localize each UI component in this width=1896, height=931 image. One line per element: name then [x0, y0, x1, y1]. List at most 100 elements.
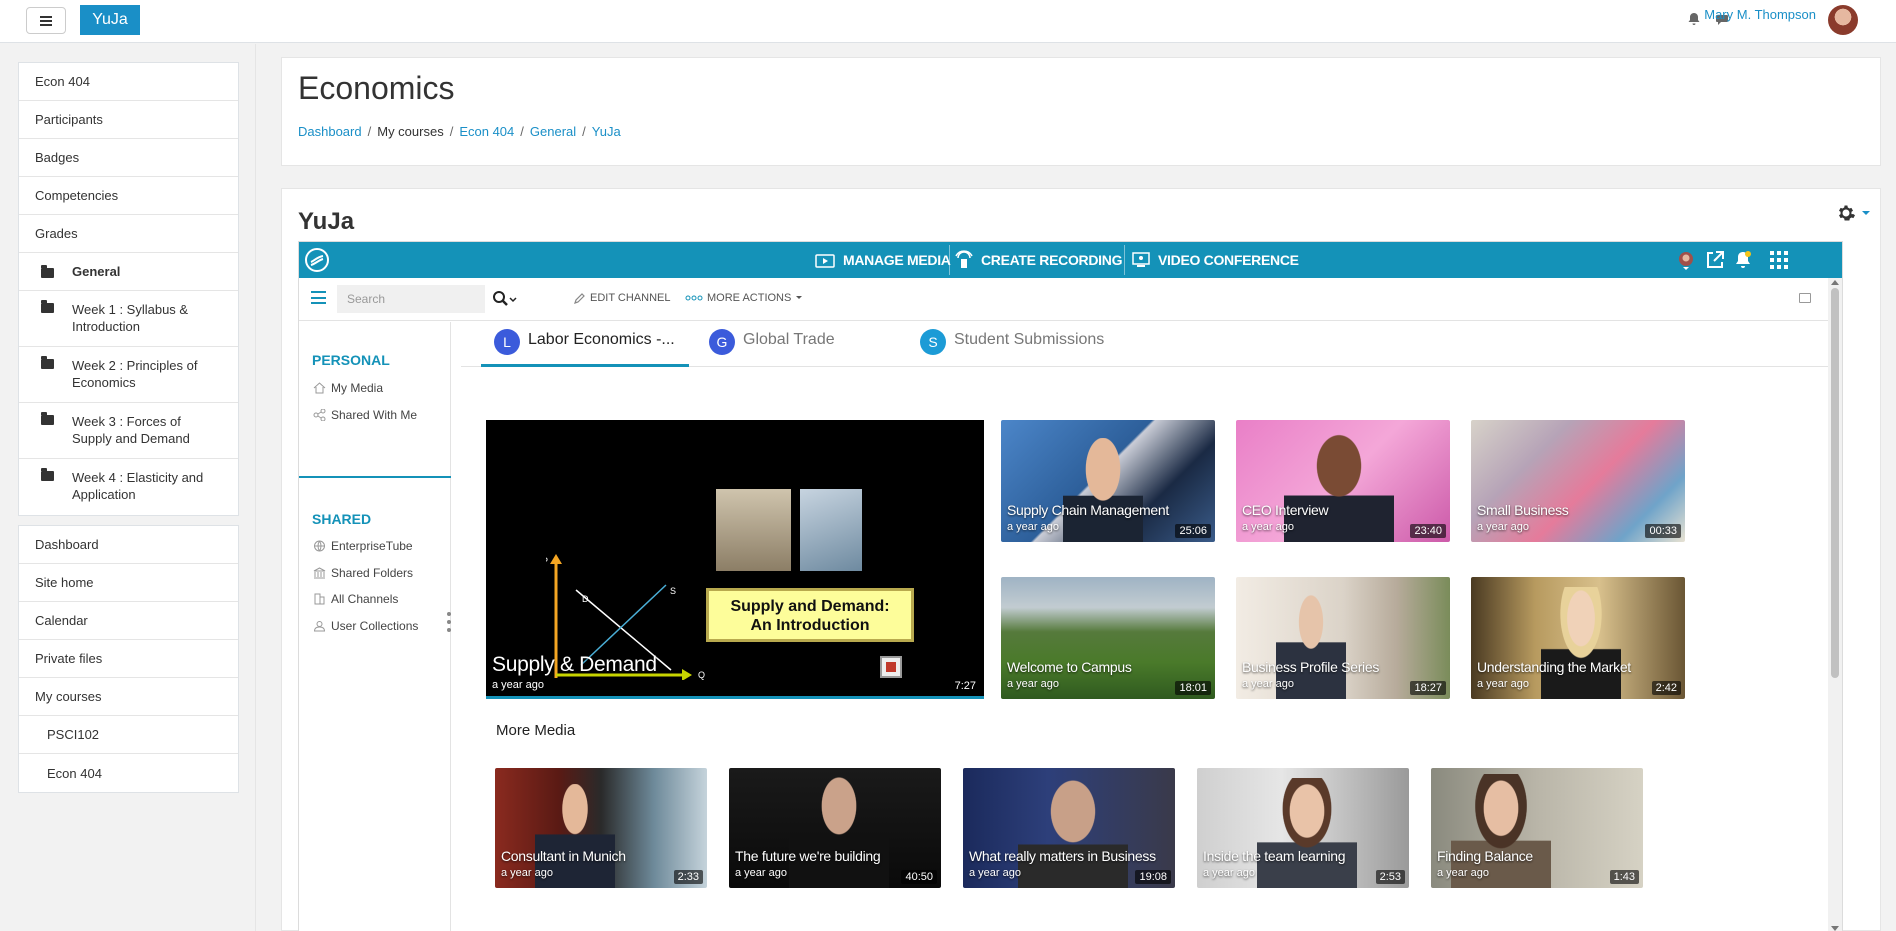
scroll-up-arrow-icon[interactable]	[1831, 280, 1839, 285]
video-tile[interactable]: Business Profile Series a year ago 18:27	[1236, 577, 1450, 699]
left-drawer: Econ 404 Participants Badges Competencie…	[0, 44, 256, 931]
curve-label-s: S	[670, 586, 676, 596]
tab-labor-economics[interactable]: L Labor Economics -...	[481, 329, 689, 367]
breadcrumb-my-courses: My courses	[377, 124, 444, 139]
drawer-item-grades[interactable]: Grades	[19, 215, 238, 253]
scrollbar-thumb[interactable]	[1831, 288, 1839, 678]
drawer-item-participants[interactable]: Participants	[19, 101, 238, 139]
sidebar-item-all-channels[interactable]: All Channels	[313, 592, 398, 606]
user-name-link[interactable]: Mary M. Thompson	[1704, 7, 1816, 22]
video-tile[interactable]: Small Business a year ago 00:33	[1471, 420, 1685, 542]
slide-caption-box: Supply and Demand: An Introduction	[706, 588, 914, 642]
tab-global-trade[interactable]: G Global Trade	[709, 329, 835, 367]
drawer-item-week4[interactable]: Week 4 : Elasticity and Application	[19, 459, 238, 515]
search-icon[interactable]	[489, 290, 519, 308]
section-title: YuJa	[298, 208, 355, 235]
drawer-item-econ404-course[interactable]: Econ 404	[19, 754, 238, 792]
sidebar-item-shared-folders[interactable]: Shared Folders	[313, 566, 413, 580]
video-tile[interactable]: Finding Balance a year ago 1:43	[1431, 768, 1643, 888]
broadcast-icon	[955, 250, 973, 268]
folder-icon	[41, 412, 54, 425]
video-tile[interactable]: What really matters in Business a year a…	[963, 768, 1175, 888]
sidebar-divider	[299, 476, 451, 478]
drawer-item-private-files[interactable]: Private files	[19, 640, 238, 678]
create-recording-button[interactable]: CREATE RECORDING	[955, 242, 1122, 278]
video-tile[interactable]: Understanding the Market a year ago 2:42	[1471, 577, 1685, 699]
video-tile[interactable]: Consultant in Munich a year ago 2:33	[495, 768, 707, 888]
breadcrumb-general[interactable]: General	[530, 124, 576, 139]
thumbnail-person	[1018, 772, 1128, 888]
folder-icon	[41, 264, 54, 278]
drawer-item-econ404[interactable]: Econ 404	[19, 63, 238, 101]
yuja-embed: MANAGE MEDIA CREATE RECORDING VIDEO CONF…	[298, 241, 1843, 931]
scroll-down-arrow-icon[interactable]	[1831, 926, 1839, 931]
drawer-item-general[interactable]: General	[19, 253, 238, 291]
drawer-item-week1[interactable]: Week 1 : Syllabus & Introduction	[19, 291, 238, 347]
video-conference-button[interactable]: VIDEO CONFERENCE	[1132, 242, 1299, 278]
monitor-icon[interactable]	[1799, 293, 1811, 303]
video-tile[interactable]: Inside the team learning a year ago 2:53	[1197, 768, 1409, 888]
external-link-icon[interactable]	[1705, 250, 1725, 270]
featured-duration: 7:27	[950, 679, 980, 693]
video-tile[interactable]: CEO Interview a year ago 23:40	[1236, 420, 1450, 542]
sidebar-resize-handle[interactable]	[447, 612, 451, 632]
video-tile[interactable]: Welcome to Campus a year ago 18:01	[1001, 577, 1215, 699]
featured-video-tile[interactable]: P D S Q Supply and Demand: An Introducti…	[486, 420, 984, 699]
gear-icon[interactable]	[1836, 203, 1856, 223]
utensils-image	[800, 489, 862, 571]
breadcrumb-dashboard[interactable]: Dashboard	[298, 124, 362, 139]
avatar[interactable]	[1828, 5, 1858, 35]
sidebar-item-my-media[interactable]: My Media	[313, 381, 383, 395]
globe-icon	[314, 540, 325, 552]
pencil-icon	[574, 293, 585, 304]
breadcrumb-yuja[interactable]: YuJa	[592, 124, 621, 139]
breadcrumb-separator: /	[520, 124, 524, 139]
axis-label-p: P	[546, 556, 548, 566]
breadcrumb: Dashboard / My courses / Econ 404 / Gene…	[298, 124, 621, 139]
drawer-item-calendar[interactable]: Calendar	[19, 602, 238, 640]
thumbnail-person	[1257, 778, 1357, 888]
tab-student-submissions[interactable]: S Student Submissions	[920, 329, 1104, 367]
thumbnail-person	[1284, 430, 1394, 542]
breadcrumb-econ404[interactable]: Econ 404	[459, 124, 514, 139]
top-navbar: YuJa Mary M. Thompson	[0, 0, 1896, 43]
drawer-item-badges[interactable]: Badges	[19, 139, 238, 177]
drawer-item-my-courses[interactable]: My courses	[19, 678, 238, 716]
manage-media-button[interactable]: MANAGE MEDIA	[815, 242, 951, 278]
more-actions-button[interactable]: MORE ACTIONS	[685, 292, 803, 304]
brand-logo[interactable]: YuJa	[80, 5, 140, 35]
drawer-item-week2[interactable]: Week 2 : Principles of Economics	[19, 347, 238, 403]
user-avatar-icon[interactable]	[1676, 250, 1696, 270]
search-input[interactable]	[337, 285, 485, 313]
drawer-item-week3[interactable]: Week 3 : Forces of Supply and Demand	[19, 403, 238, 459]
edit-channel-button[interactable]: EDIT CHANNEL	[574, 292, 670, 304]
sidebar-item-user-collections[interactable]: User Collections	[313, 619, 418, 633]
user-icon	[313, 621, 326, 632]
home-icon	[313, 382, 326, 394]
breadcrumb-separator: /	[367, 124, 372, 139]
sidebar-item-enterprisetube[interactable]: EnterpriseTube	[313, 539, 413, 553]
building-icon	[314, 593, 325, 605]
shared-heading: SHARED	[312, 511, 372, 527]
yuja-logo-icon[interactable]	[305, 248, 329, 272]
hamburger-menu-icon[interactable]	[311, 291, 326, 304]
breadcrumb-separator: /	[449, 124, 454, 139]
thumbnail-person	[1541, 587, 1621, 699]
folder-video-icon	[815, 254, 835, 268]
bell-icon[interactable]	[1733, 250, 1753, 270]
drawer-item-dashboard[interactable]: Dashboard	[19, 526, 238, 564]
chevron-down-icon[interactable]	[1862, 211, 1870, 215]
drawer-item-competencies[interactable]: Competencies	[19, 177, 238, 215]
bell-icon[interactable]	[1687, 12, 1701, 26]
corner-logo-icon	[880, 656, 902, 678]
yuja-scrollbar[interactable]	[1828, 278, 1842, 931]
drawer-item-site-home[interactable]: Site home	[19, 564, 238, 602]
video-tile[interactable]: Supply Chain Management a year ago 25:06	[1001, 420, 1215, 542]
drawer-item-psci102[interactable]: PSCI102	[19, 716, 238, 754]
drawer-toggle-button[interactable]	[26, 7, 66, 34]
apps-grid-icon[interactable]	[1769, 250, 1789, 270]
yuja-header-bar: MANAGE MEDIA CREATE RECORDING VIDEO CONF…	[299, 242, 1842, 278]
sidebar-item-shared-with-me[interactable]: Shared With Me	[313, 408, 417, 422]
video-tile[interactable]: The future we're building a year ago 40:…	[729, 768, 941, 888]
thumbnail-person	[789, 774, 889, 888]
